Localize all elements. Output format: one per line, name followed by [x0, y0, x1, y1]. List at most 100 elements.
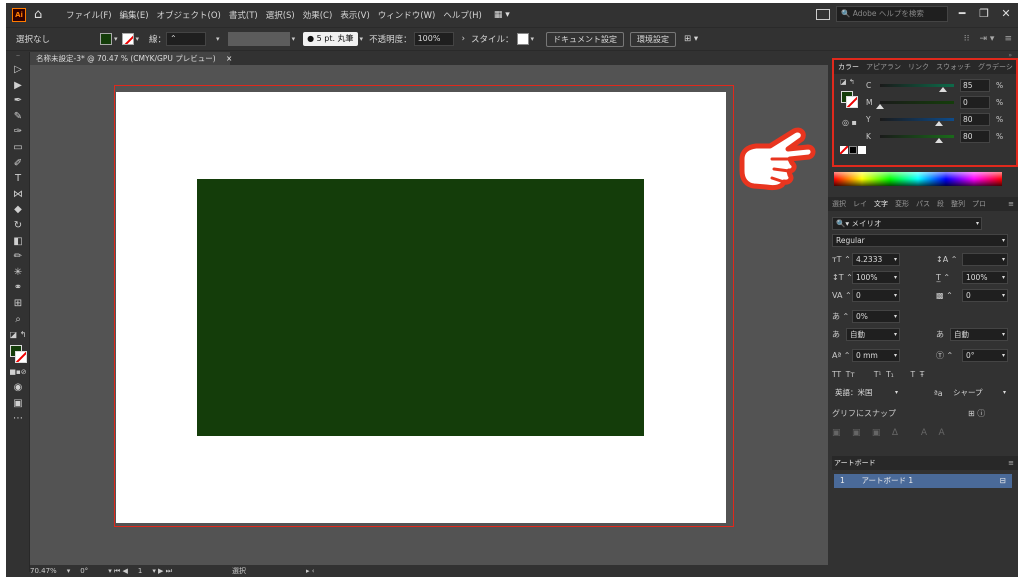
- preferences-button[interactable]: 環境設定: [630, 31, 677, 47]
- baseline-shift-input[interactable]: 0 mm ▾: [852, 349, 900, 362]
- font-size-dropdown-icon[interactable]: ▾: [894, 254, 897, 265]
- close-window-button[interactable]: ✕: [998, 6, 1014, 22]
- aki-right-dropdown-icon[interactable]: ▾: [1002, 329, 1005, 340]
- cyan-slider[interactable]: [880, 83, 954, 92]
- tab-gradient[interactable]: グラデーシ: [978, 62, 1013, 72]
- aki-left-dropdown-icon[interactable]: ▾: [894, 329, 897, 340]
- rectangle-tool-icon[interactable]: ▭: [6, 140, 30, 156]
- yellow-slider[interactable]: [880, 117, 954, 126]
- close-document-icon[interactable]: ×: [226, 54, 232, 63]
- menu-effect[interactable]: 効果(C): [299, 9, 337, 21]
- yellow-slider-thumb[interactable]: [935, 120, 944, 126]
- tab-appearance[interactable]: アピアラン: [866, 62, 901, 72]
- align-options-icon[interactable]: ⊞ ▾: [684, 34, 698, 44]
- magenta-slider[interactable]: [876, 100, 954, 109]
- vertical-scale-dropdown-icon[interactable]: ▾: [894, 272, 897, 283]
- status-menu-icon[interactable]: ▸ ‹: [306, 567, 315, 575]
- baseline-shift-dropdown-icon[interactable]: ▾: [894, 350, 897, 361]
- home-icon[interactable]: ⌂: [34, 8, 48, 22]
- cyan-slider-thumb[interactable]: [938, 86, 947, 92]
- color-mode-icons[interactable]: ■▪⊘: [6, 365, 30, 381]
- horizontal-scale-input[interactable]: 100% ▾: [962, 271, 1008, 284]
- screen-mode-icon[interactable]: ▣: [6, 396, 30, 412]
- artboard-nav-next-icon[interactable]: ▾ ▶ ⏭: [152, 567, 172, 576]
- font-size-input[interactable]: 4.2333 ▾: [852, 253, 900, 266]
- rotate-tool-icon[interactable]: ↻: [6, 218, 30, 234]
- arrange-documents-icon[interactable]: [816, 8, 830, 20]
- artboard-list-item[interactable]: 1 アートボード 1 ⊟: [834, 474, 1012, 488]
- menu-window[interactable]: ウィンドウ(W): [374, 9, 440, 21]
- magenta-value[interactable]: 0: [960, 95, 990, 109]
- tab-swatches[interactable]: スウォッチ: [936, 62, 971, 72]
- minimize-button[interactable]: ━: [954, 6, 970, 22]
- none-swatch[interactable]: [840, 146, 848, 154]
- curvature-tool-icon[interactable]: ✎: [6, 109, 30, 125]
- white-swatch[interactable]: [858, 146, 866, 154]
- style-dropdown-icon[interactable]: ▾: [531, 35, 535, 43]
- artboard-number[interactable]: 1: [138, 567, 142, 575]
- pen-tool-icon[interactable]: ✒: [6, 93, 30, 109]
- fill-swatch[interactable]: [100, 33, 112, 45]
- aki-right-input[interactable]: 自動 ▾: [950, 328, 1008, 341]
- symbol-sprayer-tool-icon[interactable]: ✳: [6, 265, 30, 281]
- tab-links[interactable]: リンク: [908, 62, 929, 72]
- help-search-input[interactable]: 🔍 Adobe ヘルプを検索: [836, 6, 948, 22]
- type-style-buttons[interactable]: TT Tт T¹ T₁ T Ŧ: [832, 368, 924, 381]
- more-tools-icon[interactable]: ⋯: [6, 411, 30, 427]
- selection-tool-icon[interactable]: ▷: [6, 62, 30, 78]
- document-tab[interactable]: 名称未設定-3* @ 70.47 % (CMYK/GPU プレビュー) ×: [30, 52, 232, 65]
- character-rotation-input[interactable]: 0° ▾: [962, 349, 1008, 362]
- stroke-dropdown-icon[interactable]: ▾: [136, 35, 140, 43]
- language-dropdown-icon[interactable]: ▾: [895, 387, 898, 398]
- tab-layers[interactable]: レイ: [853, 199, 867, 209]
- vertical-scale-input[interactable]: 100% ▾: [852, 271, 900, 284]
- document-setup-button[interactable]: ドキュメント設定: [546, 31, 625, 47]
- brush-definition[interactable]: ● 5 pt. 丸筆: [303, 32, 358, 46]
- eraser-tool-icon[interactable]: ◆: [6, 202, 30, 218]
- panel-menu-icon[interactable]: ≡: [1004, 34, 1012, 44]
- kerning-dropdown-icon[interactable]: ▾: [894, 290, 897, 301]
- aki-left-input[interactable]: 自動 ▾: [846, 328, 900, 341]
- stroke-weight-input[interactable]: ⌃: [166, 32, 207, 46]
- profile-dropdown-icon[interactable]: ▾: [292, 35, 296, 43]
- stroke-swatch[interactable]: [121, 33, 134, 45]
- horizontal-scale-dropdown-icon[interactable]: ▾: [1002, 272, 1005, 283]
- stroke-weight-dropdown-icon[interactable]: ▾: [216, 35, 220, 43]
- out-of-gamut-icon[interactable]: ◎ ▪: [842, 118, 857, 127]
- eyedropper-tool-icon[interactable]: ✏: [6, 249, 30, 265]
- leading-input[interactable]: ▾: [962, 253, 1008, 266]
- kerning-input[interactable]: 0 ▾: [852, 289, 900, 302]
- black-swatch[interactable]: [849, 146, 857, 154]
- tab-paragraph[interactable]: 段: [937, 199, 944, 209]
- color-spectrum-bar[interactable]: [834, 172, 1002, 186]
- leading-dropdown-icon[interactable]: ▾: [1002, 254, 1005, 265]
- artboards-panel-menu-icon[interactable]: ≡: [1008, 459, 1014, 467]
- magenta-slider-thumb[interactable]: [876, 103, 884, 109]
- tsume-input[interactable]: 0% ▾: [852, 310, 900, 323]
- menu-view[interactable]: 表示(V): [336, 9, 373, 21]
- share-icon[interactable]: ⇥ ▾: [980, 34, 995, 44]
- tab-character[interactable]: 文字: [874, 199, 888, 209]
- direct-selection-tool-icon[interactable]: ▶: [6, 78, 30, 94]
- blend-tool-icon[interactable]: ⚭: [6, 280, 30, 296]
- menu-object[interactable]: オブジェクト(O): [153, 9, 225, 21]
- font-style-field[interactable]: Regular ▾: [832, 234, 1008, 247]
- black-slider[interactable]: [880, 134, 954, 143]
- menu-select[interactable]: 選択(S): [262, 9, 299, 21]
- yellow-value[interactable]: 80: [960, 112, 990, 126]
- tab-pathfinder[interactable]: パス: [916, 199, 930, 209]
- menu-help[interactable]: ヘルプ(H): [439, 9, 486, 21]
- default-colors-icon[interactable]: ◪ ↰: [6, 327, 30, 343]
- workspace-switcher-icon[interactable]: ▦ ▾: [494, 10, 510, 20]
- dark-green-rectangle[interactable]: [197, 179, 644, 436]
- tsume-dropdown-icon[interactable]: ▾: [894, 311, 897, 322]
- tracking-input[interactable]: 0 ▾: [962, 289, 1008, 302]
- tab-transform[interactable]: 変形: [895, 199, 909, 209]
- tab-artboards[interactable]: アートボード: [834, 458, 876, 468]
- black-value[interactable]: 80: [960, 129, 990, 143]
- character-rotation-dropdown-icon[interactable]: ▾: [1002, 350, 1005, 361]
- opacity-input[interactable]: 100%: [413, 32, 454, 46]
- variable-width-profile[interactable]: [227, 32, 290, 46]
- font-style-dropdown-icon[interactable]: ▾: [1002, 235, 1005, 246]
- artboard-options-icon[interactable]: ⊟: [1000, 474, 1006, 488]
